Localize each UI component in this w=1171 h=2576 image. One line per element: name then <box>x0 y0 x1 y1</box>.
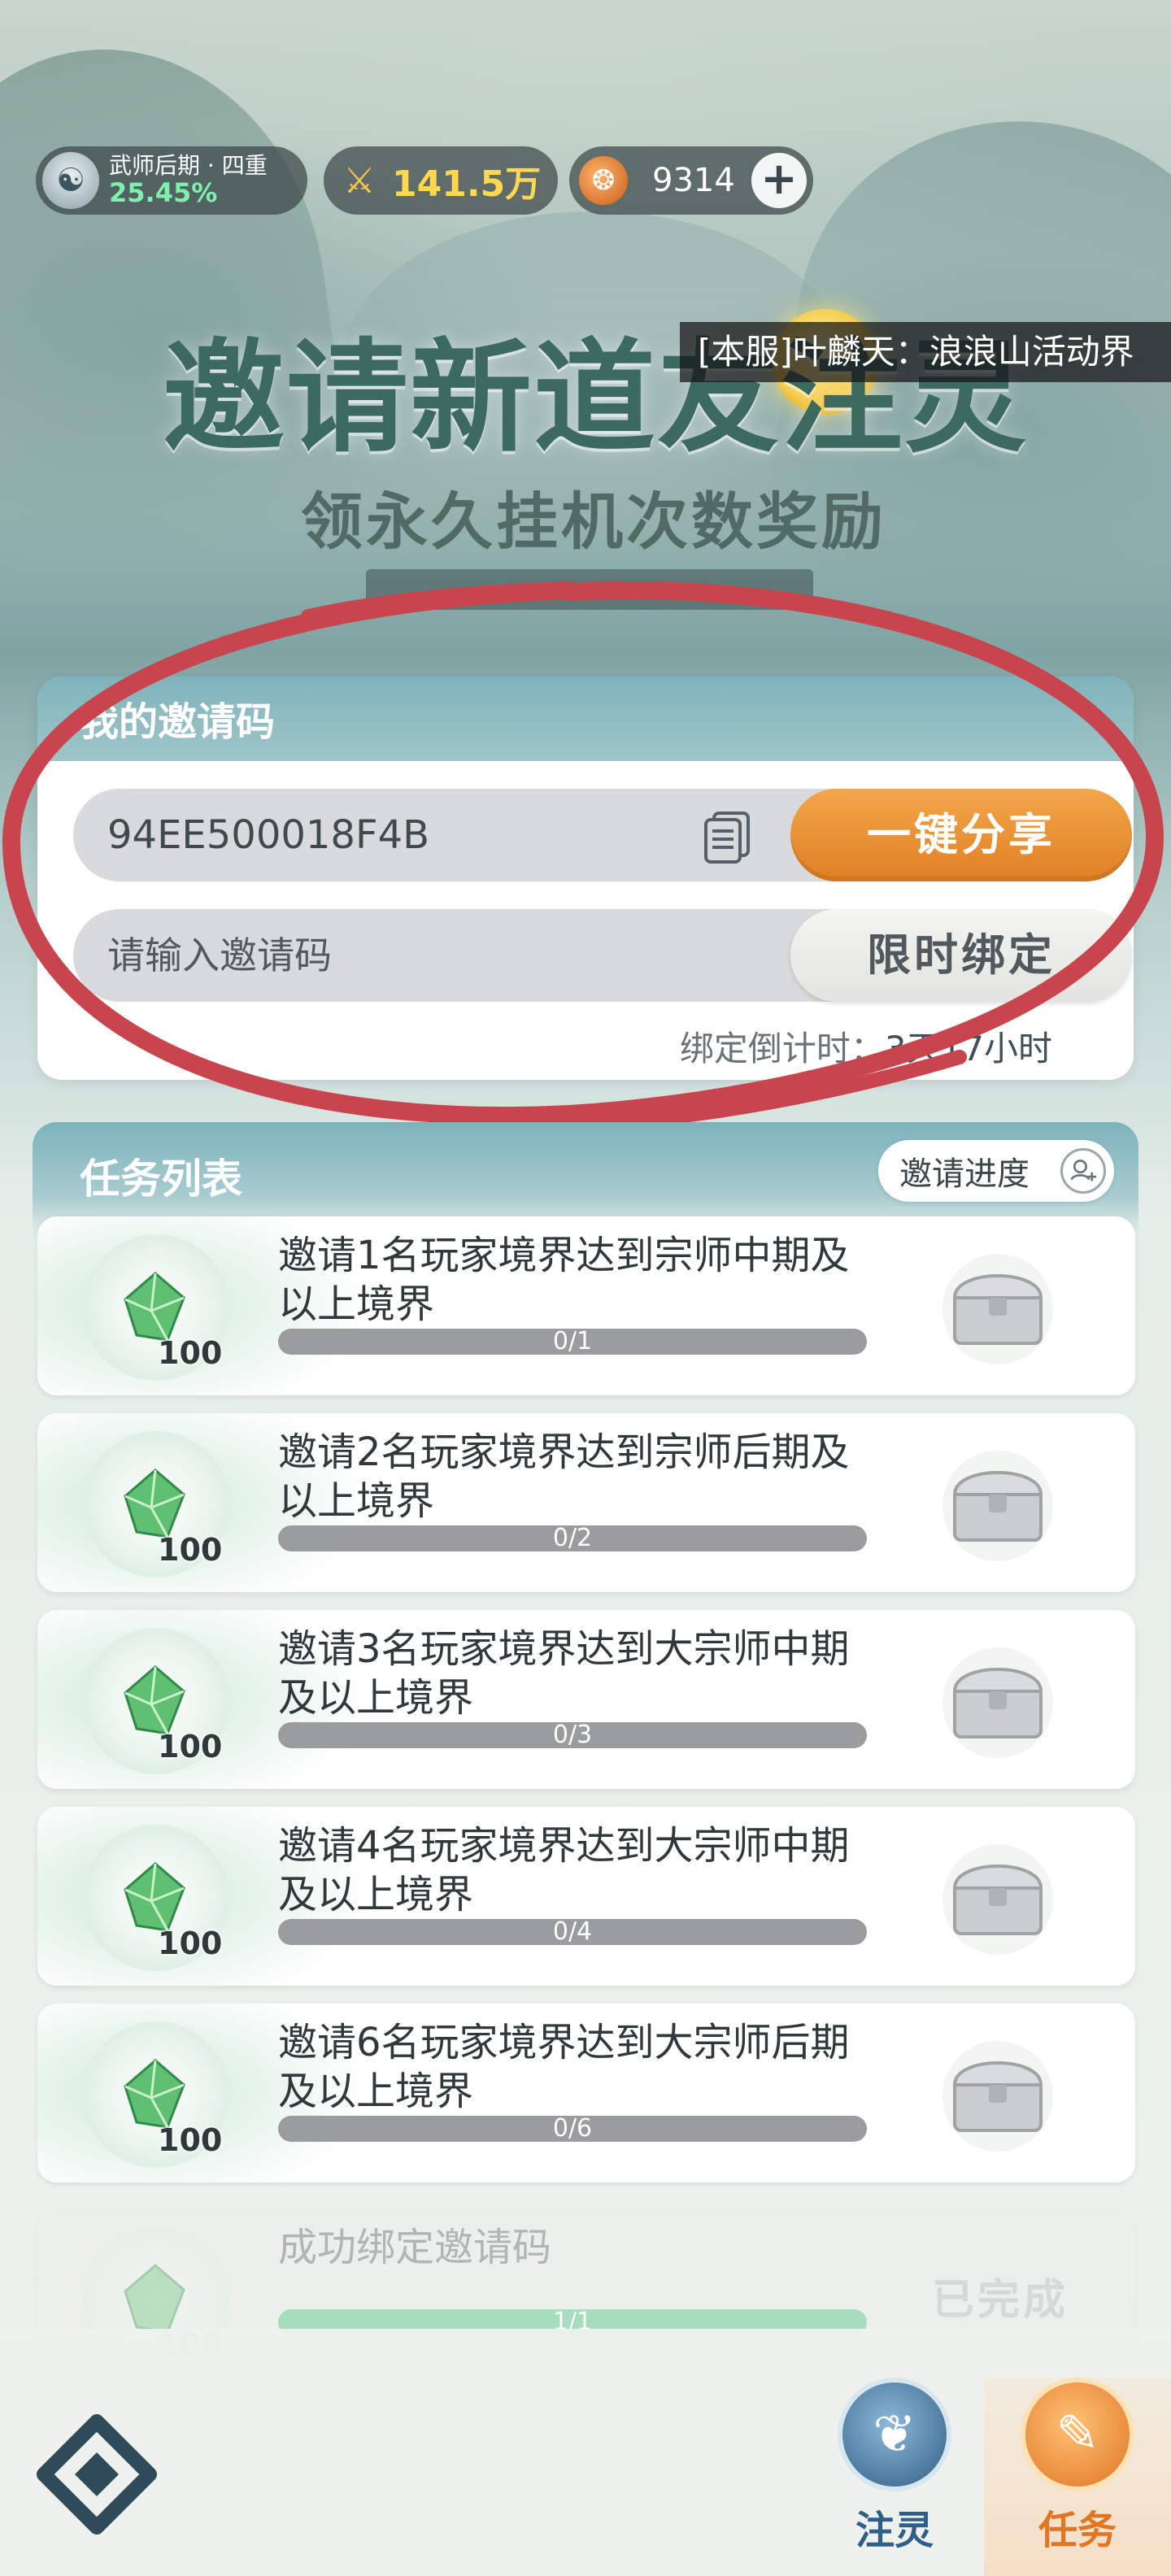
treasure-chest-icon[interactable] <box>937 2039 1059 2153</box>
spirit-stone-value: 9314 <box>652 162 735 199</box>
realm-progress: 25.45% <box>109 176 218 208</box>
task-progress-text: 0/2 <box>552 1525 593 1551</box>
bottom-navigation: ❦ 注灵 ✎ 任务 <box>0 2329 1171 2576</box>
banner-subtitle: 领永久挂机次数奖励 <box>301 485 886 558</box>
scroll-icon: ✎ <box>1021 2378 1134 2491</box>
task-card[interactable]: 100 邀请2名玩家境界达到宗师后期及以上境界 0/2 <box>37 1413 1135 1592</box>
treasure-chest-icon[interactable] <box>937 1646 1059 1760</box>
task-progress-bar: 0/4 <box>278 1919 867 1945</box>
jade-gem-icon <box>124 1469 185 1538</box>
banner-ribbon <box>366 569 813 610</box>
share-button[interactable]: 一键分享 <box>790 789 1132 881</box>
task-description: 邀请1名玩家境界达到宗师中期及以上境界 <box>278 1233 850 1327</box>
task-card[interactable]: 100 邀请1名玩家境界达到宗师中期及以上境界 0/1 <box>37 1216 1135 1395</box>
reward-quantity: 100 <box>158 1532 223 1568</box>
invite-progress-label: 邀请进度 <box>899 1155 1030 1193</box>
spirit-leaf-icon: ❦ <box>838 2378 951 2491</box>
task-card[interactable]: 100 邀请6名玩家境界达到大宗师后期及以上境界 0/6 <box>37 2004 1135 2182</box>
jade-gem-icon <box>124 1272 185 1342</box>
game-logo-icon[interactable] <box>36 2413 158 2535</box>
realm-status[interactable]: ☯ 武师后期 · 四重 25.45% <box>36 146 307 215</box>
realm-name: 武师后期 · 四重 <box>109 152 268 179</box>
jade-gem-icon <box>124 1665 185 1735</box>
my-invite-code-field: 94EE500018F4B 一键分享 <box>73 789 1132 881</box>
task-progress-bar: 0/3 <box>278 1722 867 1748</box>
enter-invite-code-field: 限时绑定 <box>73 909 1132 1002</box>
bind-countdown: 绑定倒计时：3天17小时 <box>680 1021 1052 1071</box>
reward-quantity: 100 <box>158 2122 223 2158</box>
jade-gem-icon <box>124 2264 185 2334</box>
reward-quantity: 100 <box>158 1335 223 1371</box>
nav-zhuling[interactable]: ❦ 注灵 <box>813 2378 976 2576</box>
copy-icon[interactable] <box>699 808 756 865</box>
task-card[interactable]: 100 邀请4名玩家境界达到大宗师中期及以上境界 0/4 <box>37 1807 1135 1986</box>
task-progress-text: 0/6 <box>552 2116 593 2142</box>
task-description: 邀请6名玩家境界达到大宗师后期及以上境界 <box>278 2020 850 2114</box>
task-description: 邀请3名玩家境界达到大宗师中期及以上境界 <box>278 1626 850 1721</box>
countdown-value: 3天17小时 <box>884 1029 1052 1068</box>
invite-panel-heading: 我的邀请码 <box>37 677 1134 761</box>
task-progress-text: 0/4 <box>552 1919 593 1945</box>
task-progress-bar: 0/1 <box>278 1329 867 1355</box>
spirit-stone-icon: ❂ <box>579 156 628 205</box>
user-plus-icon <box>1060 1148 1106 1194</box>
completed-label: 已完成 <box>932 2276 1069 2325</box>
task-progress-bar: 0/6 <box>278 2116 867 2142</box>
task-progress-bar: 0/2 <box>278 1525 867 1551</box>
countdown-label: 绑定倒计时： <box>679 1029 885 1068</box>
combat-power-value: 141.5万 <box>392 163 542 205</box>
task-description: 邀请4名玩家境界达到大宗师中期及以上境界 <box>278 1823 850 1917</box>
bind-button[interactable]: 限时绑定 <box>790 909 1132 1002</box>
my-invite-code: 94EE500018F4B <box>107 812 430 858</box>
task-progress-text: 0/3 <box>552 1722 593 1748</box>
combat-power[interactable]: ⚔ 141.5万 <box>324 146 558 215</box>
nav-task-label: 任务 <box>1038 2508 1117 2553</box>
reward-quantity: 100 <box>158 1925 223 1961</box>
jade-gem-icon <box>124 2059 185 2129</box>
task-card[interactable]: 100 邀请3名玩家境界达到大宗师中期及以上境界 0/3 <box>37 1610 1135 1789</box>
invite-code-panel: 我的邀请码 94EE500018F4B 一键分享 限时绑定 绑定倒计时：3天17… <box>37 677 1134 1080</box>
treasure-chest-icon[interactable] <box>937 1449 1059 1563</box>
spirit-stone-balance: ❂ 9314 + <box>569 146 813 215</box>
invite-code-input[interactable] <box>107 933 677 977</box>
treasure-chest-icon[interactable] <box>937 1843 1059 1956</box>
scrolling-chat-message[interactable]: [本服]叶麟天：浪浪山活动界 <box>680 322 1171 382</box>
treasure-chest-icon[interactable] <box>937 1252 1059 1366</box>
task-progress-text: 0/1 <box>552 1329 593 1355</box>
add-stones-button[interactable]: + <box>751 153 807 208</box>
task-list-panel: 任务列表 邀请进度 100 邀请1名玩家境界达到宗师中期及以上境界 0/1 10… <box>33 1122 1138 2387</box>
task-list-heading: 任务列表 <box>80 1155 242 1203</box>
jade-gem-icon <box>124 1862 185 1932</box>
task-description: 成功绑定邀请码 <box>278 2225 552 2270</box>
invite-progress-button[interactable]: 邀请进度 <box>878 1140 1114 1202</box>
crossed-swords-icon: ⚔ <box>343 159 376 202</box>
task-description: 邀请2名玩家境界达到宗师后期及以上境界 <box>278 1429 850 1524</box>
nav-zhuling-label: 注灵 <box>855 2508 934 2553</box>
realm-avatar-icon: ☯ <box>42 152 99 209</box>
nav-task[interactable]: ✎ 任务 <box>984 2378 1171 2576</box>
reward-quantity: 100 <box>158 1729 223 1764</box>
